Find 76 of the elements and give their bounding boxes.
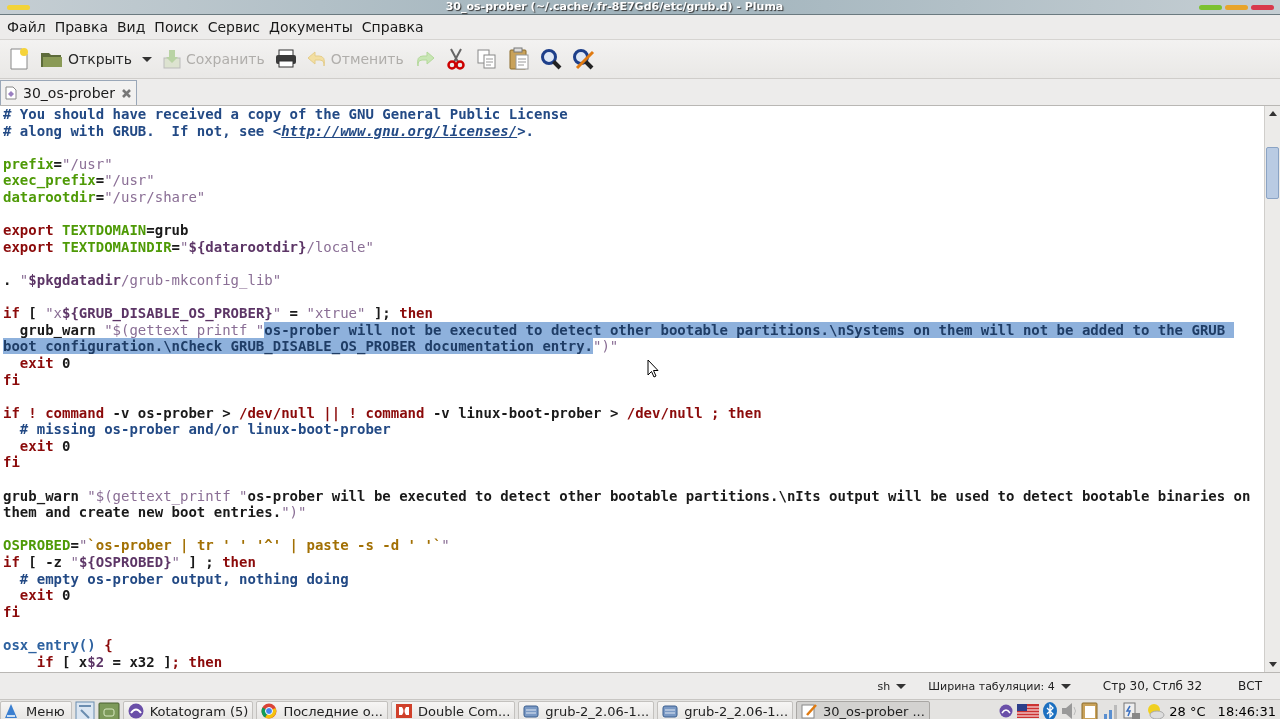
- code-line: exit 0: [18, 587, 71, 604]
- copy-icon[interactable]: [475, 48, 498, 70]
- menu-item[interactable]: Поиск: [154, 19, 204, 35]
- menu-item[interactable]: Сервис: [207, 19, 266, 35]
- app-menu-icon: [4, 703, 18, 719]
- app-circle-icon[interactable]: [999, 704, 1014, 718]
- caret-icon: [1060, 683, 1071, 689]
- signal-bars-icon[interactable]: [1103, 702, 1120, 719]
- document-tab[interactable]: 30_os-prober: [0, 80, 137, 105]
- caret-icon: [896, 683, 907, 689]
- scroll-thumb[interactable]: [1266, 147, 1279, 199]
- flag-icon[interactable]: [1017, 704, 1040, 718]
- taskbar-window-button[interactable]: grub-2_2.06-1...: [657, 701, 793, 719]
- battery-plug-icon[interactable]: [1123, 701, 1142, 719]
- language-dropdown[interactable]: sh: [877, 679, 907, 693]
- bluetooth-icon[interactable]: [1043, 702, 1058, 719]
- code-line: if [ -z "${OSPROBED}" ] ; then: [3, 554, 256, 571]
- desktop-icon[interactable]: [74, 701, 95, 719]
- app-circle-icon: [127, 703, 144, 719]
- menu-button[interactable]: Меню: [0, 701, 72, 719]
- code-line: OSPROBED="`os-prober | tr ' ' '^' | paste -s -d ' '`": [3, 537, 450, 555]
- code-line: exit 0: [18, 354, 71, 372]
- code-line: if ! command -v os-prober > /dev/null || ! command -v linux-boot-prober > /dev/null ; then: [3, 404, 762, 422]
- code-line: export TEXTDOMAIN=grub: [3, 222, 189, 239]
- code-line: # empty os-prober output, nothing doing: [18, 570, 349, 588]
- clock: 18:46:31: [1217, 703, 1276, 719]
- archive-icon: [662, 703, 679, 719]
- code-line: # missing os-prober and/or linux-boot-prober: [18, 421, 391, 438]
- document-icon: [5, 86, 17, 100]
- code-line: datarootdir="/usr/share": [3, 188, 206, 206]
- menu-item[interactable]: Справка: [361, 19, 429, 35]
- code-line: if [ x$2 = x32 ]; then: [36, 653, 223, 671]
- code-line: if [ "x${GRUB_DISABLE_OS_PROBER}" = "xtrue" ]; then: [3, 305, 433, 322]
- code-line: exit 0: [18, 437, 71, 455]
- search-icon[interactable]: [539, 48, 562, 70]
- code-line: prefix="/usr": [3, 155, 113, 173]
- code-line: fi: [3, 371, 20, 389]
- close-icon[interactable]: [120, 87, 132, 99]
- scissors-icon[interactable]: [445, 48, 466, 70]
- archive-icon: [523, 703, 540, 719]
- menu-item[interactable]: Файл: [7, 19, 51, 35]
- tab-width-dropdown[interactable]: Ширина табуляции: 4: [928, 679, 1071, 693]
- menu-item[interactable]: Правка: [54, 19, 113, 35]
- code-line: fi: [3, 603, 20, 621]
- insert-mode: ВСТ: [1238, 679, 1262, 693]
- taskbar-window-button[interactable]: Double Com...: [391, 701, 516, 719]
- printer-icon[interactable]: [274, 49, 297, 69]
- menu-item[interactable]: Документы: [269, 19, 358, 35]
- speaker-icon[interactable]: [1061, 702, 1078, 719]
- code-line: . "$pkgdatadir/grub-mkconfig_lib": [3, 271, 282, 289]
- cursor-position: Стр 30, Стлб 32: [1102, 679, 1203, 693]
- text-editor-icon: [801, 703, 817, 719]
- search-replace-icon[interactable]: [571, 48, 596, 70]
- code-line: exec_prefix="/usr": [3, 172, 155, 189]
- browser-icon: [261, 703, 278, 719]
- download-icon: [162, 48, 182, 70]
- close-button[interactable]: [1251, 4, 1274, 10]
- undo-arrow-icon: [306, 50, 327, 68]
- scrollbar[interactable]: [1264, 106, 1280, 672]
- code-line: # You should have received a copy of the GNU General Public License: [3, 106, 568, 123]
- weather-temperature: 28 °C: [1169, 703, 1206, 719]
- taskbar-window-button[interactable]: grub-2_2.06-1...: [518, 701, 655, 719]
- code-line: fi: [3, 454, 20, 472]
- code-line: # along with GRUB. If not, see <http://www.gnu.org/licenses/>.: [3, 122, 535, 140]
- code-line: grub_warn "$(gettext_printf "os-prober will be executed to detect other bootable partitions.\nIts output will be used to detect bootable binaries on them and create new boot entries.")": [3, 487, 1252, 521]
- caret-icon[interactable]: [142, 56, 152, 62]
- window-title: 30_os-prober (~/.cache/.fr-8E7Gd6/etc/grub.d) - Pluma: [444, 0, 785, 14]
- new-document-icon[interactable]: [8, 47, 30, 71]
- open-button[interactable]: Открыть: [40, 49, 132, 69]
- mouse-pointer-icon: [647, 359, 659, 378]
- menu-item[interactable]: Вид: [116, 19, 151, 35]
- code-line: osx_entry() {: [3, 637, 113, 654]
- taskbar-window-button[interactable]: Последние о...: [256, 701, 388, 719]
- taskbar-window-button[interactable]: 30_os-prober ...: [796, 701, 930, 719]
- code-line: export TEXTDOMAINDIR="${datarootdir}/locale": [3, 238, 374, 256]
- taskbar-window-button[interactable]: Kotatogram (5): [122, 701, 254, 719]
